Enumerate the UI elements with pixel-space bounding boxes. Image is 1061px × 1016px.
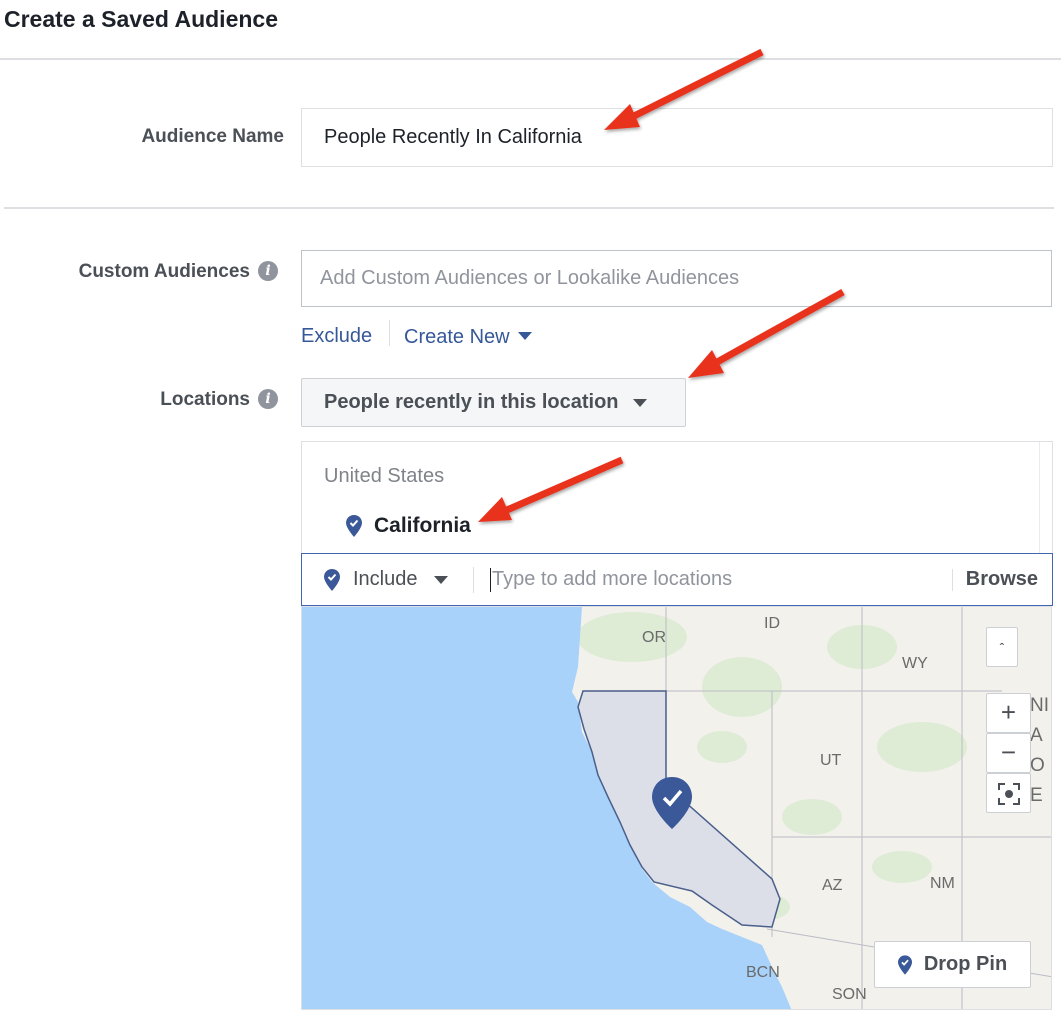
map-collapse-button[interactable]: ˆ [986,627,1018,667]
location-pin-icon [346,515,362,537]
drop-pin-label: Drop Pin [923,953,1008,975]
create-new-label: Create New [404,326,510,348]
custom-audiences-placeholder: Add Custom Audiences or Lookalike Audien… [320,267,740,289]
map-side-text: NI A O E [1030,695,1049,806]
map-label-or: OR [642,629,666,646]
map-label-nm: NM [930,875,955,892]
link-separator [389,320,390,346]
header-divider [0,58,1061,60]
selected-locations-box: United States California [301,441,1053,555]
location-pin-icon [897,954,912,975]
location-map[interactable]: OR ID WY UT AZ NM BCN SON NI A O E ˆ + −… [301,606,1052,1010]
section-divider [4,207,1054,209]
custom-audiences-label: Custom Audiences [78,261,250,282]
locations-label-row: Locations i [20,389,278,411]
selected-location-item[interactable]: California [346,514,471,538]
location-type-dropdown[interactable]: People recently in this location [301,378,686,427]
custom-audiences-label-row: Custom Audiences i [20,261,278,283]
text-cursor [490,567,491,592]
selected-region: California [374,514,471,537]
location-type-label: People recently in this location [324,391,619,413]
map-label-son: SON [832,986,867,1003]
scrollbar[interactable] [1039,442,1052,554]
location-pin-icon [324,568,340,591]
chevron-up-icon: ˆ [999,640,1005,656]
browse-button[interactable]: Browse [953,568,1052,591]
zoom-in-button[interactable]: + [986,693,1031,733]
map-label-bcn: BCN [746,964,780,981]
info-icon[interactable]: i [258,389,278,409]
map-label-id: ID [764,615,780,632]
zoom-out-button[interactable]: − [986,733,1031,773]
locations-label: Locations [160,389,250,410]
chevron-down-icon [433,575,448,584]
location-search-input[interactable]: Type to add more locations [474,567,952,592]
include-dropdown[interactable]: Include [302,568,473,591]
custom-audiences-input[interactable]: Add Custom Audiences or Lookalike Audien… [301,250,1052,307]
selected-country: United States [324,465,445,487]
map-label-az: AZ [822,877,843,894]
drop-pin-button[interactable]: Drop Pin [874,941,1031,988]
audience-name-label: Audience Name [141,126,284,147]
map-label-ut: UT [820,752,842,769]
chevron-down-icon [517,332,532,340]
audience-name-input[interactable]: People Recently In California [301,108,1053,167]
fit-bounds-icon [997,783,1020,805]
info-icon[interactable]: i [258,261,278,281]
audience-name-value: People Recently In California [324,126,582,148]
location-search-placeholder: Type to add more locations [492,568,733,590]
location-search-bar: Include Type to add more locations Brows… [301,553,1053,606]
page-title: Create a Saved Audience [4,6,278,32]
fit-bounds-button[interactable] [986,773,1031,813]
chevron-down-icon [632,398,647,407]
include-label: Include [353,568,418,590]
map-label-wy: WY [902,655,928,672]
create-new-link[interactable]: Create New [404,326,532,349]
exclude-link[interactable]: Exclude [301,325,372,348]
